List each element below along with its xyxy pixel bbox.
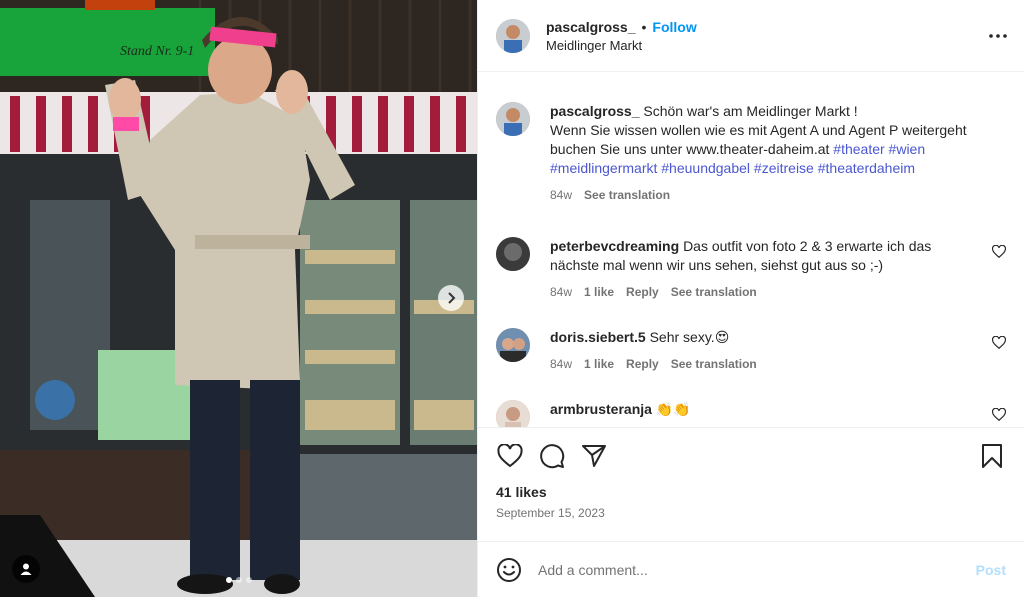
paper-plane-icon [582, 445, 606, 467]
comment-text: 👏👏 [655, 401, 691, 417]
post-location[interactable]: Meidlinger Markt [546, 38, 986, 53]
hashtag-link[interactable]: #wien [889, 141, 926, 157]
instagram-post-dialog: Stand Nr. 9-1 pascalgross_ • Follow Meid… [0, 0, 1024, 597]
carousel-indicator [0, 577, 477, 583]
hashtag-link[interactable]: #zeitreise [754, 160, 814, 176]
like-comment-heart-icon[interactable] [992, 336, 1006, 350]
heart-icon [497, 444, 523, 468]
comment-likes[interactable]: 1 like [584, 355, 614, 374]
separator-dot: • [641, 18, 647, 35]
comment-item: armbrusteranja 👏👏 [496, 400, 1006, 427]
author-avatar[interactable] [496, 18, 530, 53]
commenter-avatar[interactable] [496, 400, 530, 427]
hashtag-link[interactable]: #meidlingermarkt [550, 160, 657, 176]
post-actions: 41 likes September 15, 2023 [478, 427, 1024, 541]
see-translation-link[interactable]: See translation [671, 283, 757, 302]
comment-likes[interactable]: 1 like [584, 283, 614, 302]
comment-item: doris.siebert.5 Sehr sexy.😍 84w 1 like R… [496, 328, 1006, 374]
comment-username[interactable]: doris.siebert.5 [550, 329, 646, 345]
market-stage-scene: Stand Nr. 9-1 [0, 0, 477, 597]
comments-list[interactable]: pascalgross_ Schön war's am Meidlinger M… [478, 72, 1024, 427]
carousel-dot [225, 577, 232, 583]
author-avatar[interactable] [496, 102, 530, 136]
caption-time[interactable]: 84w [550, 186, 572, 205]
market-stand-sign: Stand Nr. 9-1 [120, 44, 194, 59]
save-button[interactable] [978, 442, 1006, 470]
like-comment-heart-icon[interactable] [992, 408, 1006, 422]
more-options-button[interactable] [986, 24, 1010, 48]
author-username[interactable]: pascalgross_ [546, 19, 636, 35]
see-translation-link[interactable]: See translation [671, 355, 757, 374]
hashtag-link[interactable]: #heuundgabel [661, 160, 750, 176]
like-comment-heart-icon[interactable] [992, 245, 1006, 259]
caption-line-1: Schön war's am Meidlinger Markt ! [643, 103, 858, 119]
comment-text: Sehr sexy.😍 [649, 329, 730, 345]
see-translation-link[interactable]: See translation [584, 186, 670, 205]
comment-item: peterbevcdreaming Das outfit von foto 2 … [496, 237, 1006, 302]
bookmark-icon [982, 444, 1002, 468]
commenter-avatar[interactable] [496, 328, 530, 362]
caption: pascalgross_ Schön war's am Meidlinger M… [496, 102, 1006, 205]
chevron-right-icon [448, 292, 456, 304]
more-horizontal-icon [989, 33, 1007, 38]
comment-time[interactable]: 84w [550, 283, 572, 302]
like-button[interactable] [496, 442, 524, 470]
carousel-dot [235, 577, 242, 583]
comment-bubble-icon [540, 444, 565, 469]
post-date[interactable]: September 15, 2023 [496, 506, 1006, 520]
comment-username[interactable]: armbrusteranja [550, 401, 652, 417]
hashtag-link[interactable]: #theaterdaheim [818, 160, 915, 176]
post-side-panel: pascalgross_ • Follow Meidlinger Markt p… [477, 0, 1024, 597]
reply-button[interactable]: Reply [626, 355, 659, 374]
add-comment-bar: Post [478, 541, 1024, 597]
next-photo-button[interactable] [438, 285, 464, 311]
hashtag-link[interactable]: #theater [833, 141, 884, 157]
caption-username[interactable]: pascalgross_ [550, 103, 640, 119]
post-comment-button[interactable]: Post [976, 562, 1006, 578]
carousel-dot [245, 577, 252, 583]
comment-username[interactable]: peterbevcdreaming [550, 238, 679, 254]
post-photo[interactable]: Stand Nr. 9-1 [0, 0, 477, 597]
comment-input[interactable] [538, 561, 976, 578]
follow-button[interactable]: Follow [652, 19, 696, 35]
user-tag-icon [20, 563, 32, 575]
comment-button[interactable] [538, 442, 566, 470]
commenter-avatar[interactable] [496, 237, 530, 271]
emoji-smiley-icon[interactable] [496, 557, 522, 583]
comment-time[interactable]: 84w [550, 355, 572, 374]
reply-button[interactable]: Reply [626, 283, 659, 302]
post-header: pascalgross_ • Follow Meidlinger Markt [478, 0, 1024, 72]
likes-count[interactable]: 41 likes [496, 484, 1006, 500]
share-button[interactable] [580, 442, 608, 470]
